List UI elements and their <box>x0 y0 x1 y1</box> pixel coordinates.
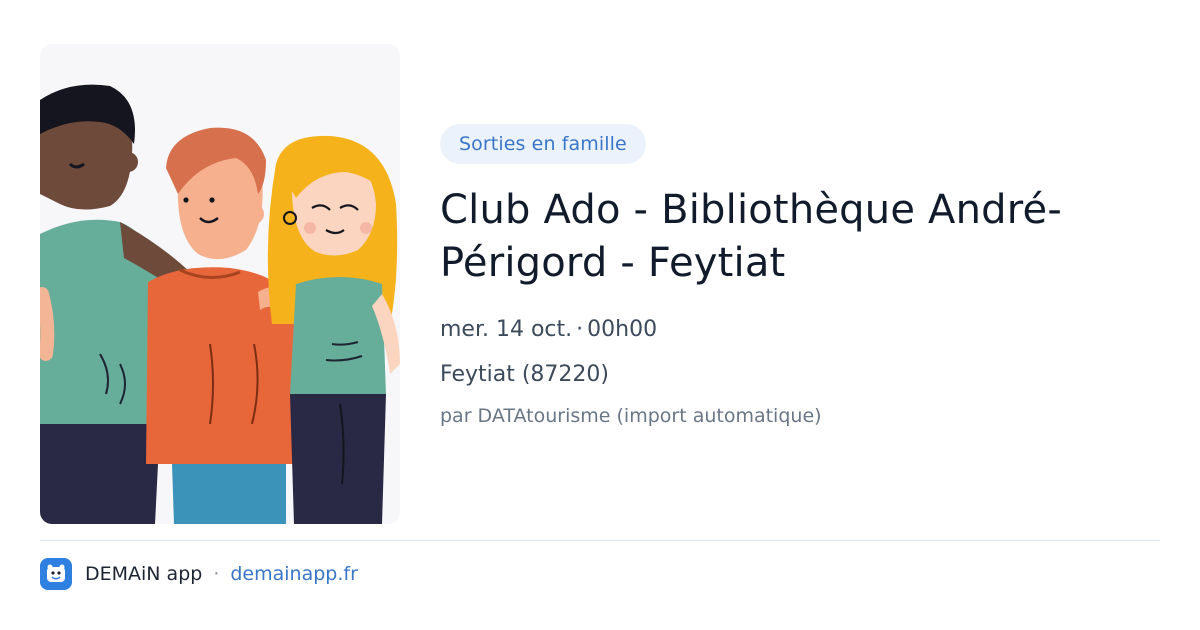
app-name[interactable]: DEMAiN app <box>85 563 202 585</box>
event-source: par DATAtourisme (import automatique) <box>440 405 822 427</box>
demain-app-logo-icon[interactable] <box>40 558 72 590</box>
event-details: Sorties en famille Club Ado - Bibliothèq… <box>440 124 1140 429</box>
site-link[interactable]: demainapp.fr <box>230 563 358 585</box>
event-title[interactable]: Club Ado - Bibliothèque André-Périgord -… <box>440 184 1120 290</box>
event-datetime: mer. 14 oct. · 00h00 <box>440 316 1140 344</box>
category-badge[interactable]: Sorties en famille <box>440 124 646 164</box>
footer-separator: · <box>213 563 220 585</box>
event-time: 00h00 <box>587 317 658 342</box>
datetime-separator: · <box>576 317 584 342</box>
event-illustration <box>40 44 400 524</box>
footer-divider <box>40 540 1160 541</box>
event-date: mer. 14 oct. <box>440 317 573 342</box>
event-location: Feytiat (87220) <box>440 362 609 387</box>
share-card: Sorties en famille Club Ado - Bibliothèq… <box>0 0 1200 630</box>
footer: DEMAiN app · demainapp.fr <box>40 558 358 590</box>
